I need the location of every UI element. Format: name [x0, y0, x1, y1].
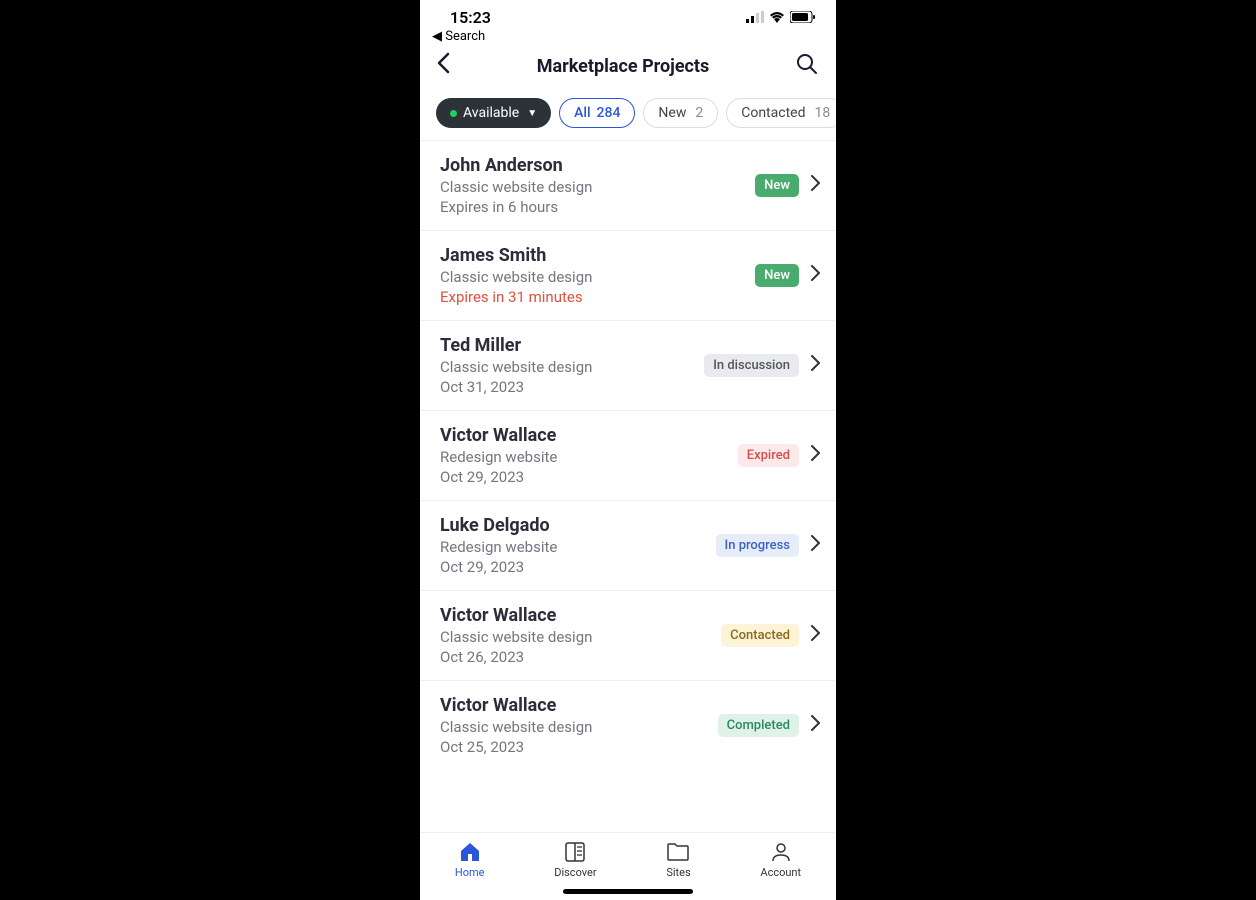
bottom-nav-discover[interactable]: Discover: [554, 841, 596, 879]
availability-label: Available: [463, 105, 519, 121]
status-badge: New: [755, 174, 799, 197]
discover-icon: [565, 841, 585, 863]
filter-tab-label: Contacted: [741, 105, 805, 121]
home-indicator[interactable]: [563, 889, 693, 894]
status-bar: 15:23: [420, 0, 836, 27]
project-date: Oct 25, 2023: [440, 738, 592, 756]
project-client-name: John Anderson: [440, 155, 592, 176]
project-info: Ted Miller Classic website design Oct 31, …: [440, 335, 592, 396]
availability-filter[interactable]: Available ▼: [436, 98, 551, 128]
bottom-nav-label: Discover: [554, 866, 596, 879]
chevron-right-icon: [805, 445, 826, 466]
project-info: James Smith Classic website design Expires…: [440, 245, 592, 306]
project-item[interactable]: James Smith Classic website design Expires…: [420, 231, 836, 321]
project-client-name: Luke Delgado: [440, 515, 557, 536]
project-list[interactable]: John Anderson Classic website design Expir…: [420, 141, 836, 832]
back-button[interactable]: [436, 52, 450, 80]
bottom-nav-sites[interactable]: Sites: [666, 841, 690, 879]
chevron-right-icon: [805, 625, 826, 646]
project-info: Victor Wallace Classic website design Oct …: [440, 695, 592, 756]
project-client-name: James Smith: [440, 245, 592, 266]
status-badge: In progress: [716, 534, 799, 557]
project-item[interactable]: Victor Wallace Redesign website Oct 29, 20…: [420, 411, 836, 501]
search-button[interactable]: [796, 53, 818, 80]
chevron-right-icon: [805, 265, 826, 286]
project-description: Classic website design: [440, 718, 592, 736]
project-info: Victor Wallace Classic website design Oct …: [440, 605, 592, 666]
project-info: Victor Wallace Redesign website Oct 29, 20…: [440, 425, 557, 486]
account-icon: [771, 841, 791, 863]
project-date: Expires in 6 hours: [440, 198, 592, 216]
bottom-nav-label: Sites: [666, 866, 690, 879]
filter-tab-all[interactable]: All 284: [559, 98, 635, 128]
bottom-nav-label: Home: [455, 866, 485, 879]
bottom-nav-home[interactable]: Home: [455, 841, 485, 879]
status-badge: In discussion: [704, 354, 799, 377]
chevron-right-icon: [805, 715, 826, 736]
project-right: Contacted: [721, 624, 826, 647]
project-right: In progress: [716, 534, 826, 557]
status-badge: Contacted: [721, 624, 799, 647]
available-dot-icon: [450, 110, 457, 117]
project-right: New: [755, 264, 826, 287]
nav-header: Marketplace Projects: [420, 44, 836, 88]
signal-icon: [746, 8, 764, 27]
project-client-name: Victor Wallace: [440, 695, 592, 716]
project-right: Completed: [718, 714, 826, 737]
filter-tab-new[interactable]: New 2: [643, 98, 718, 128]
project-description: Redesign website: [440, 448, 557, 466]
project-date: Oct 31, 2023: [440, 378, 592, 396]
project-item[interactable]: Luke Delgado Redesign website Oct 29, 2023…: [420, 501, 836, 591]
bottom-nav-account[interactable]: Account: [760, 841, 801, 879]
status-badge: Expired: [738, 444, 799, 467]
project-right: New: [755, 174, 826, 197]
project-client-name: Victor Wallace: [440, 425, 557, 446]
project-info: Luke Delgado Redesign website Oct 29, 2023: [440, 515, 557, 576]
project-date: Oct 29, 2023: [440, 558, 557, 576]
project-description: Classic website design: [440, 178, 592, 196]
project-item[interactable]: Victor Wallace Classic website design Oct …: [420, 591, 836, 681]
page-title: Marketplace Projects: [537, 56, 710, 77]
status-badge: Completed: [718, 714, 799, 737]
filter-tab-count: 284: [597, 105, 621, 121]
bottom-nav-label: Account: [760, 866, 801, 879]
wifi-icon: [769, 8, 785, 27]
project-description: Redesign website: [440, 538, 557, 556]
project-description: Classic website design: [440, 268, 592, 286]
status-icons: [746, 8, 816, 27]
filter-tab-contacted[interactable]: Contacted 18: [726, 98, 836, 128]
chevron-right-icon: [805, 175, 826, 196]
project-client-name: Victor Wallace: [440, 605, 592, 626]
chevron-right-icon: [805, 355, 826, 376]
status-badge: New: [755, 264, 799, 287]
project-date: Oct 26, 2023: [440, 648, 592, 666]
filter-tab-label: All: [574, 105, 590, 121]
filter-row: Available ▼ All 284New 2Contacted 18In: [420, 88, 836, 141]
filter-tab-count: 2: [695, 105, 703, 121]
project-right: In discussion: [704, 354, 826, 377]
filter-tab-label: New: [658, 105, 686, 121]
battery-icon: [790, 8, 816, 27]
status-time: 15:23: [450, 8, 491, 27]
project-client-name: Ted Miller: [440, 335, 592, 356]
system-back-to-search[interactable]: ◀ Search: [420, 27, 836, 44]
project-description: Classic website design: [440, 628, 592, 646]
project-item[interactable]: Victor Wallace Classic website design Oct …: [420, 681, 836, 770]
sites-icon: [667, 841, 689, 863]
project-date: Expires in 31 minutes: [440, 288, 592, 306]
project-right: Expired: [738, 444, 826, 467]
project-info: John Anderson Classic website design Expir…: [440, 155, 592, 216]
chevron-down-icon: ▼: [527, 108, 537, 119]
bottom-nav: Home Discover Sites Account: [420, 832, 836, 883]
filter-tab-count: 18: [814, 105, 830, 121]
phone-frame: 15:23 ◀ Search Marketplace Projects Avai…: [420, 0, 836, 900]
project-item[interactable]: John Anderson Classic website design Expir…: [420, 141, 836, 231]
project-description: Classic website design: [440, 358, 592, 376]
project-item[interactable]: Ted Miller Classic website design Oct 31, …: [420, 321, 836, 411]
home-icon: [459, 841, 481, 863]
chevron-right-icon: [805, 535, 826, 556]
project-date: Oct 29, 2023: [440, 468, 557, 486]
